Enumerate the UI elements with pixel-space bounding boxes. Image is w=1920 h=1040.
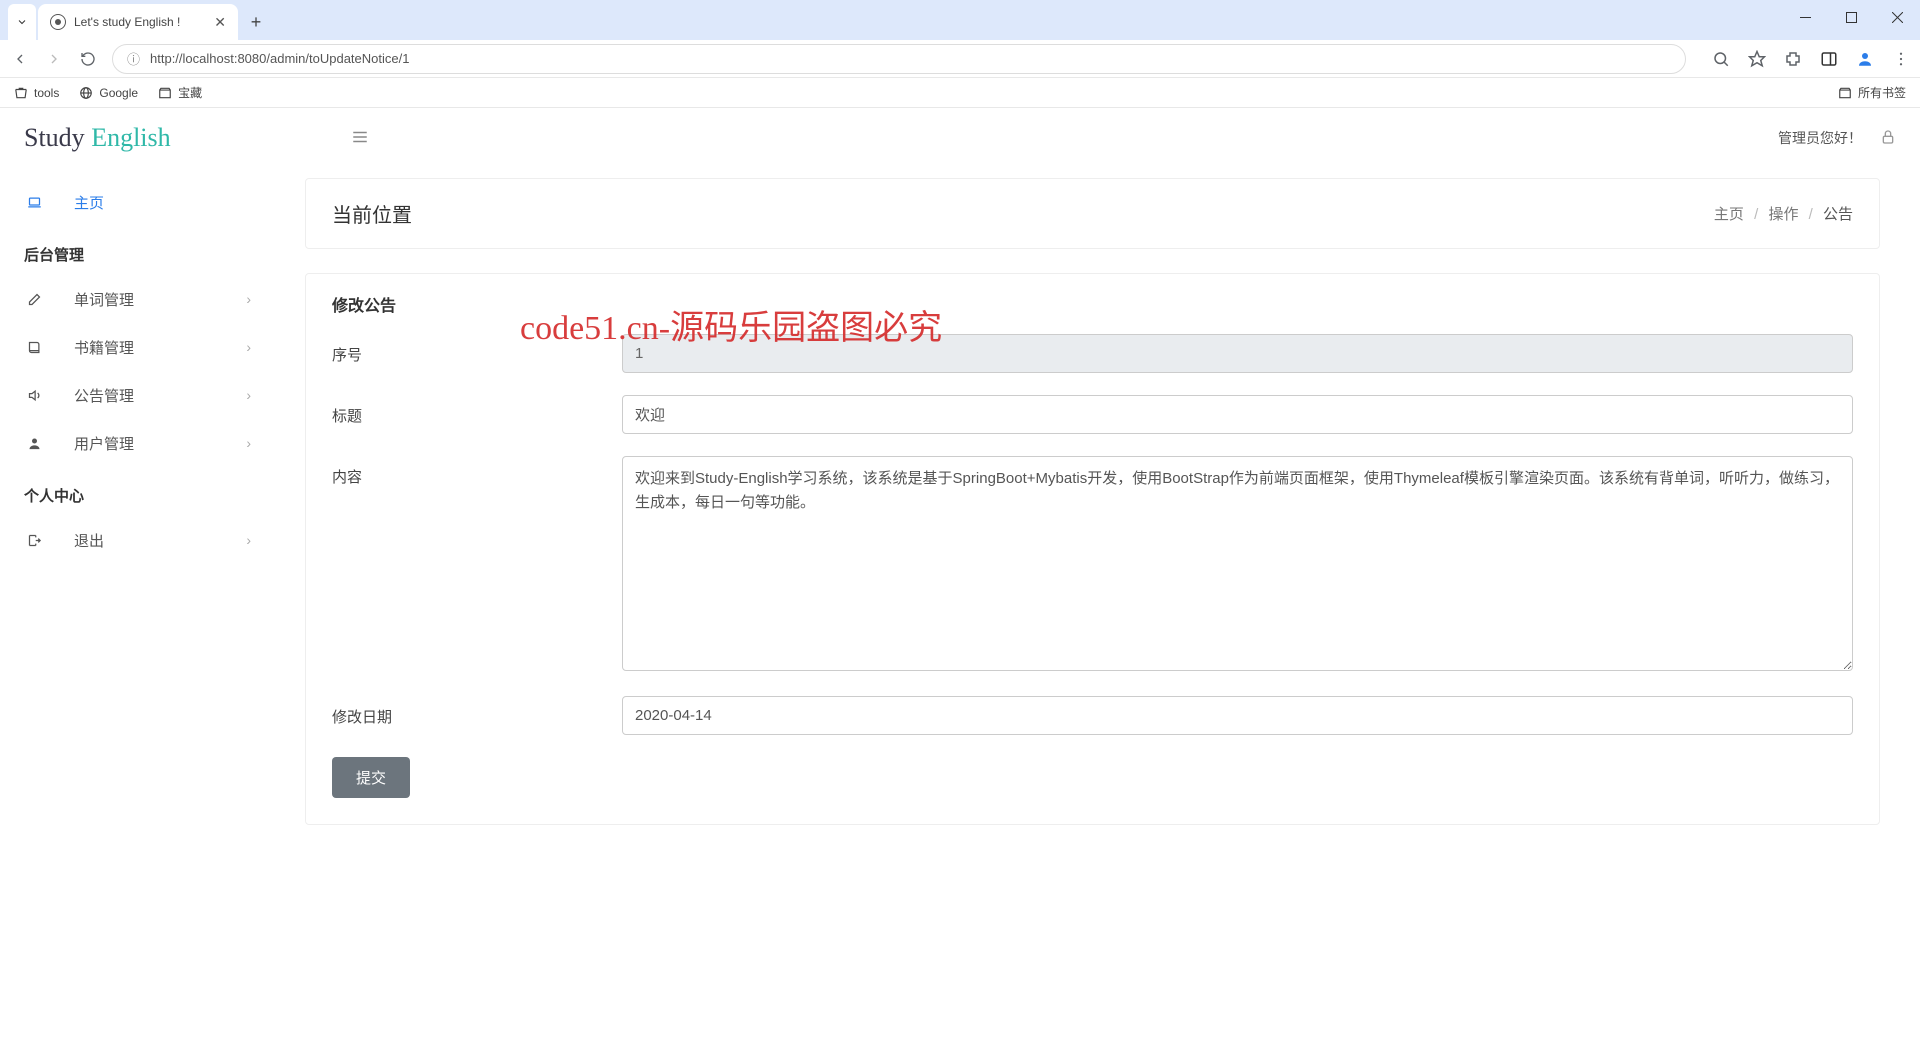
form-panel: 修改公告 序号 标题 内容 [305,273,1880,825]
laptop-icon [24,195,44,210]
submit-button[interactable]: 提交 [332,757,410,798]
browser-tab-strip: Let's study English ! ✕ + [0,0,1920,40]
label-content: 内容 [332,456,622,487]
breadcrumb: 主页 / 操作 / 公告 [1714,203,1853,224]
tab-close-icon[interactable]: ✕ [214,14,226,31]
window-close-button[interactable] [1874,0,1920,34]
sidebar-toggle-button[interactable] [351,128,369,149]
edit-icon [24,292,44,307]
sidebar-item-label: 单词管理 [74,289,134,310]
bookmarks-bar: tools Google 宝藏 所有书签 [0,78,1920,108]
input-date[interactable] [622,696,1853,735]
bookmark-baozang[interactable]: 宝藏 [158,84,202,101]
textarea-content[interactable] [622,456,1853,671]
book-icon [24,340,44,355]
main-content: 当前位置 主页 / 操作 / 公告 修改公告 序号 [275,168,1920,1040]
location-title: 当前位置 [332,199,412,228]
sidebar-section-admin: 后台管理 [0,226,275,275]
sidebar-item-notice[interactable]: 公告管理 › [0,371,275,419]
form-title: 修改公告 [332,292,1853,316]
input-id [622,334,1853,373]
user-icon [24,436,44,451]
browser-toolbar: ⓘ http://localhost:8080/admin/toUpdateNo… [0,40,1920,78]
chevron-right-icon: › [246,532,251,548]
bookmark-star-icon[interactable] [1748,50,1766,68]
zoom-icon[interactable] [1712,50,1730,68]
browser-tab-active[interactable]: Let's study English ! ✕ [38,4,238,40]
lock-icon[interactable] [1880,129,1896,148]
label-id: 序号 [332,334,622,365]
sidebar-item-label: 主页 [74,192,104,213]
sidebar-item-label: 用户管理 [74,433,134,454]
side-panel-icon[interactable] [1820,50,1838,68]
chevron-right-icon: › [246,435,251,451]
sidebar-item-words[interactable]: 单词管理 › [0,275,275,323]
sidebar-item-logout[interactable]: 退出 › [0,516,275,564]
app-header: Study English 管理员您好！ [0,108,1920,168]
globe-icon [50,14,66,30]
admin-greeting: 管理员您好！ [1778,128,1862,148]
chevron-right-icon: › [246,291,251,307]
sidebar-item-home[interactable]: 主页 [0,178,275,226]
volume-icon [24,388,44,403]
crumb-operation[interactable]: 操作 [1768,206,1798,223]
label-title: 标题 [332,395,622,426]
address-bar[interactable]: ⓘ http://localhost:8080/admin/toUpdateNo… [112,44,1686,74]
sidebar-item-books[interactable]: 书籍管理 › [0,323,275,371]
crumb-current: 公告 [1823,206,1853,223]
window-maximize-button[interactable] [1828,0,1874,34]
sidebar-item-label: 公告管理 [74,385,134,406]
chevron-right-icon: › [246,339,251,355]
sidebar-item-label: 书籍管理 [74,337,134,358]
tab-title: Let's study English ! [74,15,206,29]
search-tabs-button[interactable] [8,4,36,40]
sidebar-item-users[interactable]: 用户管理 › [0,419,275,467]
app-logo[interactable]: Study English [24,123,171,153]
bookmark-tools[interactable]: tools [14,86,59,100]
kebab-menu-icon[interactable] [1892,50,1910,68]
bookmark-all[interactable]: 所有书签 [1838,84,1906,101]
sidebar-section-personal: 个人中心 [0,467,275,516]
input-title[interactable] [622,395,1853,434]
location-panel: 当前位置 主页 / 操作 / 公告 [305,178,1880,249]
bookmark-google[interactable]: Google [79,86,138,100]
window-minimize-button[interactable] [1782,0,1828,34]
site-info-icon[interactable]: ⓘ [127,49,140,68]
nav-reload-button[interactable] [78,49,98,69]
sidebar-item-label: 退出 [74,530,104,551]
new-tab-button[interactable]: + [242,8,270,36]
exit-icon [24,533,44,548]
url-text: http://localhost:8080/admin/toUpdateNoti… [150,51,1671,66]
nav-forward-button[interactable] [44,49,64,69]
nav-back-button[interactable] [10,49,30,69]
extensions-icon[interactable] [1784,50,1802,68]
window-controls [1782,0,1920,34]
label-date: 修改日期 [332,696,622,727]
crumb-home[interactable]: 主页 [1714,206,1744,223]
chevron-right-icon: › [246,387,251,403]
profile-icon[interactable] [1856,50,1874,68]
sidebar: 主页 后台管理 单词管理 › 书籍管理 › 公告管理 › 用户管理 › [0,168,275,1040]
